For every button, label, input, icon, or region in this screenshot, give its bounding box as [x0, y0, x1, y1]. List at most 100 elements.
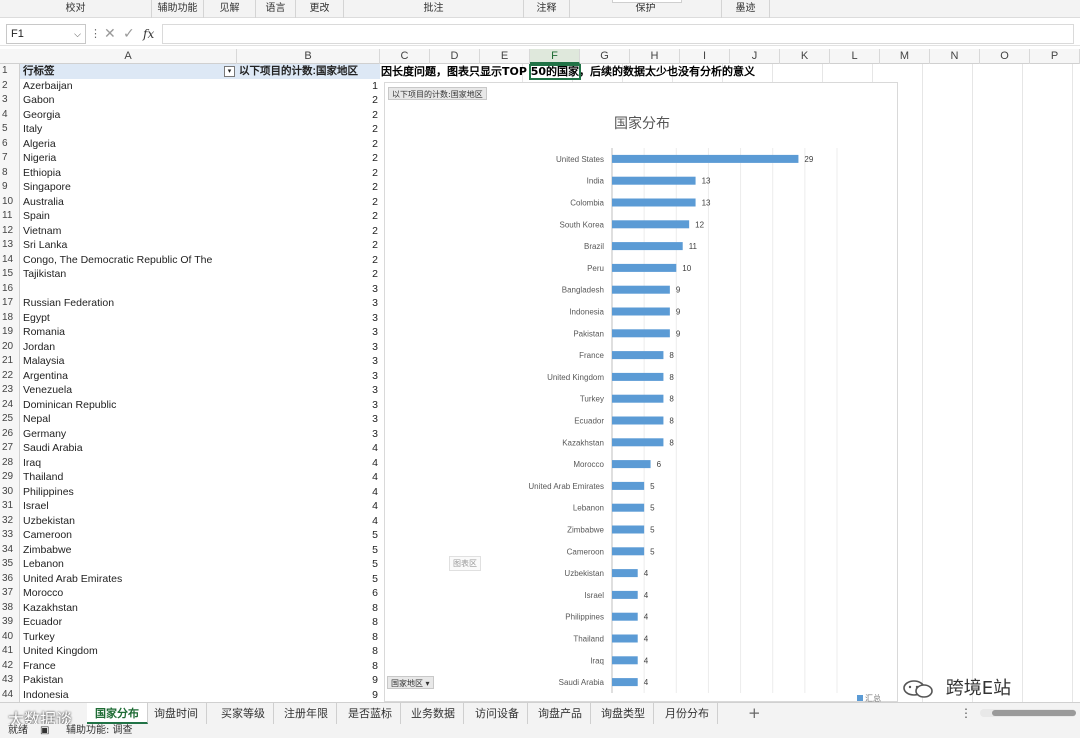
country-cell[interactable]: Lebanon — [23, 557, 235, 572]
sheet-tab-7[interactable]: 访问设备 — [467, 703, 528, 724]
country-cell[interactable]: Nigeria — [23, 151, 235, 166]
add-sheet-button[interactable]: + — [748, 703, 761, 724]
chart-title[interactable]: 国家分布 — [385, 113, 899, 133]
count-cell[interactable]: 5 — [237, 543, 378, 558]
column-header-c[interactable]: C — [380, 49, 430, 64]
row-number[interactable]: 28 — [0, 455, 20, 470]
country-cell[interactable]: Zimbabwe — [23, 543, 235, 558]
count-cell[interactable]: 8 — [237, 644, 378, 659]
scrollbar-thumb[interactable] — [992, 710, 1076, 716]
country-cell[interactable]: Vietnam — [23, 224, 235, 239]
country-cell[interactable]: Israel — [23, 499, 235, 514]
column-header-j[interactable]: J — [730, 49, 780, 64]
row-number[interactable]: 37 — [0, 586, 20, 601]
row-number[interactable]: 33 — [0, 528, 20, 543]
row-number[interactable]: 16 — [0, 281, 20, 296]
bar[interactable] — [612, 656, 638, 665]
bar[interactable] — [612, 329, 670, 338]
sheet-tab-4[interactable]: 注册年限 — [276, 703, 337, 724]
row-number[interactable]: 6 — [0, 136, 20, 151]
count-cell[interactable]: 2 — [237, 166, 378, 181]
country-cell[interactable]: Singapore — [23, 180, 235, 195]
row-number[interactable]: 8 — [0, 165, 20, 180]
row-number[interactable]: 43 — [0, 673, 20, 688]
country-cell[interactable]: Argentina — [23, 369, 235, 384]
column-header-f[interactable]: F — [530, 49, 580, 64]
row-number[interactable]: 10 — [0, 194, 20, 209]
column-header-b[interactable]: B — [237, 49, 380, 64]
ribbon-group-changes[interactable]: 更改 — [296, 0, 344, 18]
row-number[interactable]: 7 — [0, 151, 20, 166]
row-number[interactable]: 12 — [0, 223, 20, 238]
bar[interactable] — [612, 612, 638, 621]
bar[interactable] — [612, 547, 645, 556]
ribbon-group-ink[interactable]: 墨迹 — [722, 0, 770, 18]
country-cell[interactable]: Congo, The Democratic Republic Of The — [23, 253, 235, 268]
country-cell[interactable]: France — [23, 659, 235, 674]
country-cell[interactable]: Nepal — [23, 412, 235, 427]
column-header-h[interactable]: H — [630, 49, 680, 64]
count-cell[interactable]: 2 — [237, 108, 378, 123]
enter-check-icon[interactable]: ✓ — [123, 25, 135, 43]
bar[interactable] — [612, 220, 690, 229]
count-cell[interactable]: 5 — [237, 557, 378, 572]
pivot-header-row-labels[interactable]: 行标签 — [23, 64, 235, 79]
row-number[interactable]: 18 — [0, 310, 20, 325]
country-cell[interactable]: Morocco — [23, 586, 235, 601]
bar[interactable] — [612, 503, 645, 512]
row-number[interactable]: 41 — [0, 644, 20, 659]
bar[interactable] — [612, 438, 664, 447]
country-cell[interactable]: Uzbekistan — [23, 514, 235, 529]
note-cell-c1[interactable]: 因长度问题，图表只显示TOP 50的国家，后续的数据太少也没有分析的意义 — [381, 65, 821, 79]
ribbon-group-comments[interactable]: 批注 — [344, 0, 524, 18]
count-cell[interactable]: 5 — [237, 572, 378, 587]
count-cell[interactable]: 3 — [237, 296, 378, 311]
column-header-a[interactable]: A — [20, 49, 237, 64]
row-number[interactable]: 39 — [0, 615, 20, 630]
sheet-tab-6[interactable]: 业务数据 — [403, 703, 464, 724]
country-cell[interactable]: Indonesia — [23, 688, 235, 703]
count-cell[interactable]: 1 — [237, 79, 378, 94]
count-cell[interactable]: 2 — [237, 93, 378, 108]
pivot-chart[interactable]: 以下项目的计数:国家地区 United States 29 India 13 Colom… — [384, 82, 899, 703]
row-number[interactable]: 38 — [0, 600, 20, 615]
count-cell[interactable]: 8 — [237, 601, 378, 616]
count-cell[interactable]: 3 — [237, 354, 378, 369]
row-number[interactable]: 32 — [0, 513, 20, 528]
row-number[interactable]: 31 — [0, 499, 20, 514]
row-number[interactable]: 26 — [0, 426, 20, 441]
formula-input[interactable] — [162, 24, 1074, 44]
count-cell[interactable]: 4 — [237, 470, 378, 485]
sheet-tab-3[interactable]: 买家等级 — [213, 703, 274, 724]
count-cell[interactable]: 4 — [237, 485, 378, 500]
country-cell[interactable]: Jordan — [23, 340, 235, 355]
cell-mode-icon[interactable]: ▣ — [40, 724, 49, 738]
count-cell[interactable]: 2 — [237, 195, 378, 210]
row-number[interactable]: 35 — [0, 557, 20, 572]
row-number[interactable]: 36 — [0, 571, 20, 586]
count-cell[interactable]: 4 — [237, 456, 378, 471]
count-cell[interactable]: 3 — [237, 383, 378, 398]
row-number[interactable]: 22 — [0, 368, 20, 383]
column-header-n[interactable]: N — [930, 49, 980, 64]
chevron-down-icon[interactable]: ⌵ — [74, 25, 81, 43]
pivot-header-count[interactable]: 以下项目的计数:国家地区 — [237, 64, 378, 79]
bar[interactable] — [612, 242, 683, 251]
count-cell[interactable]: 5 — [237, 528, 378, 543]
name-box[interactable]: F1 ⌵ — [6, 24, 86, 44]
bar[interactable] — [612, 394, 664, 403]
count-cell[interactable]: 3 — [237, 340, 378, 355]
country-cell[interactable]: Tajikistan — [23, 267, 235, 282]
more-options-icon[interactable]: ⋮ — [960, 703, 972, 724]
column-header-p[interactable]: P — [1030, 49, 1080, 64]
row-number[interactable]: 17 — [0, 296, 20, 311]
country-cell[interactable]: Thailand — [23, 470, 235, 485]
ribbon-group-accessibility[interactable]: 辅助功能 — [152, 0, 204, 18]
ribbon-group-proofing[interactable]: 校对 — [0, 0, 152, 18]
bar[interactable] — [612, 569, 638, 578]
country-cell[interactable]: Egypt — [23, 311, 235, 326]
bar[interactable] — [612, 263, 677, 272]
row-number[interactable]: 11 — [0, 209, 20, 224]
country-cell[interactable]: Sri Lanka — [23, 238, 235, 253]
country-cell[interactable]: Malaysia — [23, 354, 235, 369]
